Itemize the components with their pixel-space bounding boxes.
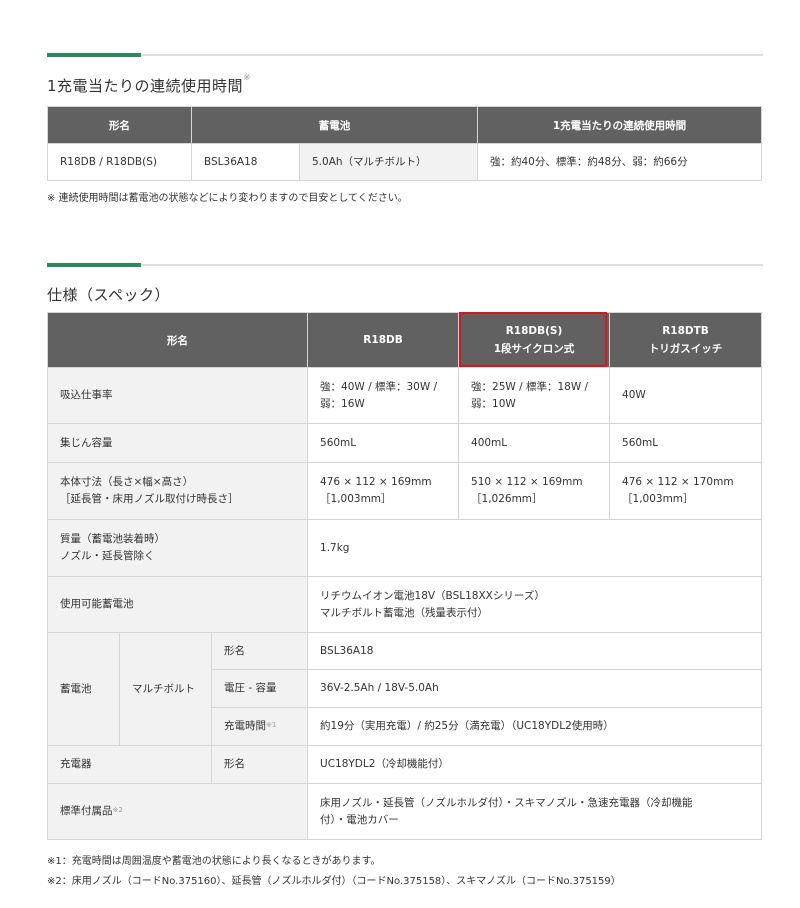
spec-label-charger: 充電器 (47, 745, 212, 784)
label-text: 充電時間 (224, 720, 266, 732)
section-heading-usage-time: 1充電当たりの連続使用時間※ (47, 73, 252, 96)
value-line: 床用ノズル・延長管（ノズルホルダ付）・スキマノズル・急速充電器（冷却機能 (320, 796, 693, 809)
spec-value-suction-r18dtb: 40W (609, 367, 763, 424)
spec-label-battery-model: 形名 (210, 632, 309, 670)
spec-value-battery-model: BSL36A18 (307, 632, 763, 670)
table-header-row: 形名 蓄電池 1充電当たりの連続使用時間 (47, 106, 762, 144)
footnote-2: ※2：床用ノズル（コードNo.375160）、延長管（ノズルホルダ付）（コードN… (47, 876, 621, 887)
spec-header-row: 形名 R18DB R18DB(S) 1段サイクロン式 R18DTB トリガスイッ… (46, 312, 763, 368)
spec-header-r18db: R18DB (307, 312, 460, 368)
spec-value-charger: UC18YDL2（冷却機能付） (307, 745, 763, 784)
value-line: 強：25W / 標準：18W / (471, 380, 589, 393)
spec-value-dust-r18dbs: 400mL (458, 423, 611, 463)
spec-value-size-r18dbs: 510 × 112 × 169mm ［1,026mm］ (458, 462, 611, 520)
spec-value-suction-r18dbs: 強：25W / 標準：18W / 弱：10W (458, 367, 611, 424)
value-line: ［1,026mm］ (471, 493, 543, 505)
label-line: 本体寸法（長さ×幅×高さ） (60, 476, 194, 488)
heading-text: 1充電当たりの連続使用時間 (47, 77, 244, 95)
spec-row-size: 本体寸法（長さ×幅×高さ） ［延長管・床用ノズル取付け時長さ］ 476 × 11… (46, 462, 763, 520)
value-line: リチウムイオン電池18V（BSL18XXシリーズ） (320, 589, 545, 602)
value-line: 476 × 112 × 170mm (622, 476, 734, 488)
section-divider-accent (47, 53, 141, 57)
spec-header-model: 形名 (46, 312, 309, 368)
footnote-1: ※1：充電時間は周囲温度や蓄電池の状態により長くなるときがあります。 (47, 856, 381, 867)
section-divider-1 (47, 53, 763, 57)
label-text: 標準付属品 (60, 805, 113, 817)
section-heading-spec: 仕様（スペック） (47, 286, 170, 304)
spec-value-suction-r18db: 強：40W / 標準：30W / 弱：16W (307, 367, 460, 424)
usage-time-note: ※ 連続使用時間は蓄電池の状態などにより変わりますので目安としてください。 (47, 193, 408, 204)
table-row: R18DB / R18DB(S) BSL36A18 5.0Ah（マルチボルト） … (47, 143, 762, 181)
spec-label-charger-model: 形名 (210, 745, 309, 784)
label-line: 質量（蓄電池装着時） (60, 533, 165, 545)
spec-header-r18dtb: R18DTB トリガスイッチ (609, 312, 763, 368)
value-line: 476 × 112 × 169mm (320, 476, 432, 488)
spec-header-r18dtb-sub: トリガスイッチ (648, 342, 723, 355)
spec-value-mass: 1.7kg (307, 519, 763, 577)
cell-model: R18DB / R18DB(S) (47, 143, 192, 181)
section-divider-accent (47, 263, 141, 267)
spec-label-battery: 蓄電池 (47, 632, 120, 746)
value-line: 付）・電池カバー (320, 813, 399, 826)
heading-note-mark: ※ (243, 73, 252, 83)
spec-row-battery-model: 蓄電池 マルチボルト 形名 BSL36A18 (47, 632, 763, 746)
spec-table: 形名 R18DB R18DB(S) 1段サイクロン式 R18DTB トリガスイッ… (46, 312, 763, 840)
spec-value-battery-usable: リチウムイオン電池18V（BSL18XXシリーズ） マルチボルト蓄電池（残量表示… (307, 576, 763, 633)
usage-time-table: 形名 蓄電池 1充電当たりの連続使用時間 R18DB / R18DB(S) BS… (47, 106, 762, 181)
header-model: 形名 (47, 106, 192, 144)
spec-row-suction: 吸込仕事率 強：40W / 標準：30W / 弱：16W 強：25W / 標準：… (46, 367, 763, 424)
spec-value-battery-voltage: 36V-2.5Ah / 18V-5.0Ah (307, 669, 763, 708)
label-line: ［延長管・床用ノズル取付け時長さ］ (60, 493, 239, 505)
highlight-frame-r18dbs (459, 312, 607, 367)
spec-value-dust-r18dtb: 560mL (609, 423, 763, 463)
value-line: ［1,003mm］ (622, 493, 694, 505)
spec-value-dust-r18db: 560mL (307, 423, 460, 463)
cell-battery-capacity: 5.0Ah（マルチボルト） (299, 143, 478, 181)
note-mark: ※2 (112, 806, 123, 814)
spec-value-charge-time: 約19分（実用充電）/ 約25分（満充電）（UC18YDL2使用時） (307, 707, 763, 746)
header-usage-time: 1充電当たりの連続使用時間 (477, 106, 762, 144)
header-battery: 蓄電池 (191, 106, 478, 144)
label-line: ノズル・延長管除く (60, 550, 155, 562)
value-line: 510 × 112 × 169mm (471, 476, 583, 488)
spec-value-accessories: 床用ノズル・延長管（ノズルホルダ付）・スキマノズル・急速充電器（冷却機能 付）・… (307, 783, 763, 840)
cell-usage-time: 強：約40分、標準：約48分、弱：約66分 (477, 143, 762, 181)
spec-row-battery-usable: 使用可能蓄電池 リチウムイオン電池18V（BSL18XXシリーズ） マルチボルト… (46, 576, 763, 633)
spec-row-dust: 集じん容量 560mL 400mL 560mL (46, 423, 763, 463)
spec-label-dust: 集じん容量 (46, 423, 309, 463)
value-line: 弱：16W (320, 397, 365, 410)
value-line: マルチボルト蓄電池（残量表示付） (320, 606, 489, 619)
spec-header-r18dtb-name: R18DTB (662, 324, 709, 337)
value-line: 強：40W / 標準：30W / (320, 380, 438, 393)
spec-row-mass: 質量（蓄電池装着時） ノズル・延長管除く 1.7kg (46, 519, 763, 577)
spec-label-multivolt: マルチボルト (119, 632, 212, 746)
spec-value-size-r18dtb: 476 × 112 × 170mm ［1,003mm］ (609, 462, 763, 520)
spec-row-accessories: 標準付属品※2 床用ノズル・延長管（ノズルホルダ付）・スキマノズル・急速充電器（… (46, 783, 763, 840)
value-line: 弱：10W (471, 397, 516, 410)
spec-label-battery-usable: 使用可能蓄電池 (46, 576, 309, 633)
spec-label-mass: 質量（蓄電池装着時） ノズル・延長管除く (46, 519, 309, 577)
note-mark: ※1 (266, 721, 277, 729)
spec-label-suction: 吸込仕事率 (46, 367, 309, 424)
section-divider-2 (47, 263, 763, 267)
cell-battery-model: BSL36A18 (191, 143, 300, 181)
spec-label-size: 本体寸法（長さ×幅×高さ） ［延長管・床用ノズル取付け時長さ］ (46, 462, 309, 520)
value-line: ［1,003mm］ (320, 493, 392, 505)
spec-value-size-r18db: 476 × 112 × 169mm ［1,003mm］ (307, 462, 460, 520)
spec-label-charge-time: 充電時間※1 (210, 707, 309, 746)
spec-label-battery-voltage: 電圧 - 容量 (210, 669, 309, 708)
spec-row-charger: 充電器 形名 UC18YDL2（冷却機能付） (47, 745, 763, 784)
spec-label-accessories: 標準付属品※2 (46, 783, 309, 840)
